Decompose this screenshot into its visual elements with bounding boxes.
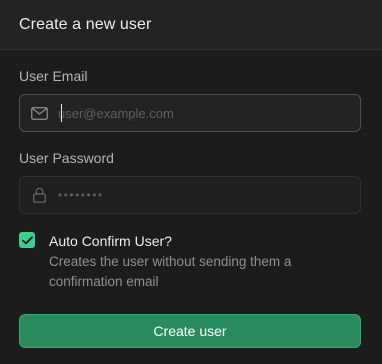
email-input[interactable] <box>58 95 360 131</box>
password-input[interactable]: •••••••• <box>58 188 104 202</box>
create-user-button[interactable]: Create user <box>19 314 361 348</box>
create-user-dialog: Create a new user User Email User Passwo… <box>0 0 382 364</box>
auto-confirm-checkbox[interactable] <box>19 232 35 248</box>
dialog-header: Create a new user <box>0 0 382 50</box>
dialog-title: Create a new user <box>19 15 152 33</box>
password-field[interactable]: •••••••• <box>19 176 361 214</box>
password-label: User Password <box>19 150 114 166</box>
auto-confirm-label[interactable]: Auto Confirm User? <box>49 233 172 249</box>
email-label: User Email <box>19 68 88 84</box>
auto-confirm-description: Creates the user without sending them a … <box>49 254 292 289</box>
lock-icon <box>20 177 58 213</box>
checkmark-icon <box>21 235 33 244</box>
mail-icon <box>20 95 58 131</box>
email-field[interactable] <box>19 94 361 132</box>
text-cursor <box>61 104 62 122</box>
